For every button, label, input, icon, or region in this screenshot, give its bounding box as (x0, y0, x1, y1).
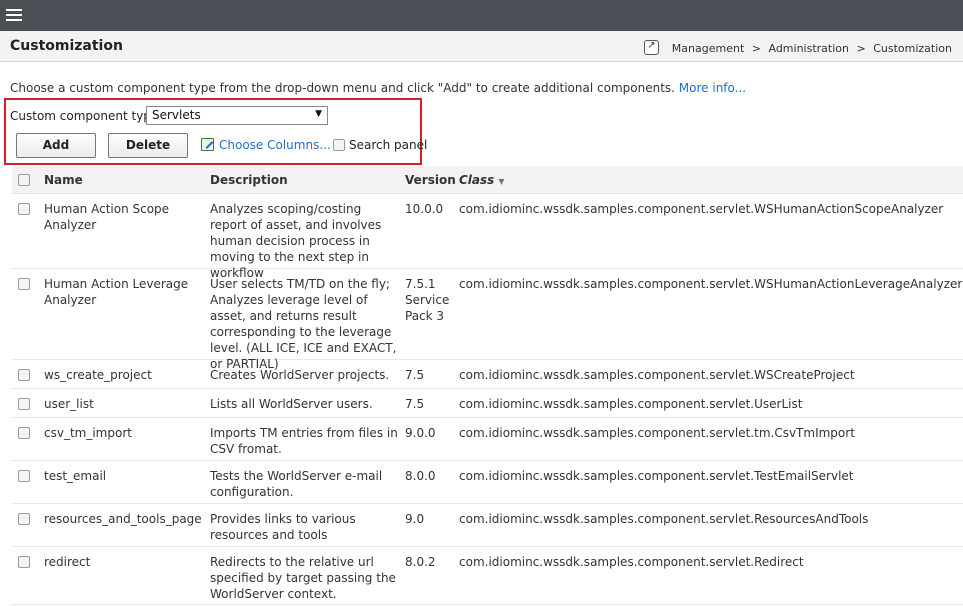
row-checkbox[interactable] (18, 278, 30, 290)
component-type-select[interactable]: Servlets ▼ (146, 106, 328, 125)
row-name: Human Action Leverage Analyzer (44, 277, 189, 307)
column-header-description[interactable]: Description (210, 173, 288, 187)
breadcrumb-item-administration[interactable]: Administration (768, 42, 849, 55)
row-description: User selects TM/TD on the fly; Analyzes … (210, 277, 397, 371)
row-name: csv_tm_import (44, 426, 132, 440)
row-class: com.idiominc.wssdk.samples.component.ser… (459, 469, 854, 483)
row-class: com.idiominc.wssdk.samples.component.ser… (459, 397, 803, 411)
row-description: Lists all WorldServer users. (210, 397, 373, 411)
breadcrumb-item-customization: Customization (873, 42, 952, 55)
intro-text: Choose a custom component type from the … (10, 81, 746, 95)
search-panel-label: Search panel (349, 138, 428, 152)
row-description: Imports TM entries from files in CSV fro… (210, 426, 398, 456)
row-version: 7.5.1 Service Pack 3 (405, 277, 450, 323)
row-name: Human Action Scope Analyzer (44, 202, 170, 232)
row-version: 10.0.0 (405, 202, 444, 216)
column-header-class[interactable]: Class ▼ (459, 173, 504, 187)
row-name: resources_and_tools_page (44, 512, 202, 526)
title-bar: Customization Management > Administratio… (0, 31, 963, 62)
column-header-version[interactable]: Version (405, 173, 456, 187)
table-row: csv_tm_import Imports TM entries from fi… (12, 418, 963, 461)
row-description: Provides links to various resources and … (210, 512, 356, 542)
row-checkbox[interactable] (18, 470, 30, 482)
row-version: 7.5 (405, 397, 425, 411)
row-name: user_list (44, 397, 94, 411)
row-checkbox[interactable] (18, 556, 30, 568)
table-row: Human Action Leverage Analyzer User sele… (12, 269, 963, 371)
choose-columns-link[interactable]: Choose Columns... (201, 138, 331, 152)
row-name: redirect (44, 555, 91, 569)
row-checkbox[interactable] (18, 203, 30, 215)
column-header-name[interactable]: Name (44, 173, 83, 187)
select-all-checkbox[interactable] (18, 174, 30, 186)
row-class: com.idiominc.wssdk.samples.component.ser… (459, 512, 869, 526)
add-button[interactable]: Add (16, 133, 96, 158)
table-row: user_list Lists all WorldServer users. 7… (12, 389, 963, 418)
table-row: resources_and_tools_page Provides links … (12, 504, 963, 547)
dropdown-arrow-icon: ▼ (315, 109, 322, 119)
search-panel-checkbox[interactable] (333, 139, 345, 151)
component-type-label: Custom component type: (10, 109, 163, 123)
more-info-link[interactable]: More info... (679, 81, 746, 95)
delete-button[interactable]: Delete (108, 133, 188, 158)
row-checkbox[interactable] (18, 513, 30, 525)
row-version: 8.0.2 (405, 555, 436, 569)
row-version: 9.0.0 (405, 426, 436, 440)
row-version: 9.0 (405, 512, 425, 526)
table-row: test_email Tests the WorldServer e-mail … (12, 461, 963, 504)
component-type-value: Servlets (152, 108, 201, 122)
sort-down-icon: ▼ (498, 177, 505, 186)
row-class: com.idiominc.wssdk.samples.component.ser… (459, 277, 963, 291)
breadcrumb: Management > Administration > Customizat… (644, 40, 952, 55)
row-class: com.idiominc.wssdk.samples.component.ser… (459, 426, 855, 440)
row-version: 7.5 (405, 368, 425, 382)
row-name: test_email (44, 469, 107, 483)
row-checkbox[interactable] (18, 398, 30, 410)
row-class: com.idiominc.wssdk.samples.component.ser… (459, 202, 944, 216)
top-bar (0, 0, 963, 31)
table-row: ws_create_project Creates WorldServer pr… (12, 360, 963, 389)
external-link-icon[interactable] (644, 40, 660, 55)
row-version: 8.0.0 (405, 469, 436, 483)
choose-columns-label: Choose Columns... (219, 138, 331, 152)
breadcrumb-item-management[interactable]: Management (672, 42, 744, 55)
row-checkbox[interactable] (18, 369, 30, 381)
breadcrumb-separator: > (751, 42, 761, 55)
page-title: Customization (10, 38, 123, 54)
column-header-class-label: Class (459, 173, 495, 187)
table-header: Name Description Version Class ▼ (12, 166, 963, 194)
table-row: redirect Redirects to the relative url s… (12, 547, 963, 605)
breadcrumb-separator: > (856, 42, 866, 55)
row-checkbox[interactable] (18, 427, 30, 439)
row-name: ws_create_project (44, 368, 152, 382)
row-description: Redirects to the relative url specified … (210, 555, 396, 601)
row-description: Tests the WorldServer e-mail configurati… (210, 469, 383, 499)
edit-columns-icon (201, 138, 214, 151)
table-row: Human Action Scope Analyzer Analyzes sco… (12, 194, 963, 280)
search-panel-toggle[interactable]: Search panel (333, 138, 427, 152)
row-class: com.idiominc.wssdk.samples.component.ser… (459, 555, 804, 569)
hamburger-menu-icon[interactable] (6, 7, 24, 23)
intro-message: Choose a custom component type from the … (10, 81, 675, 95)
row-description: Creates WorldServer projects. (210, 368, 390, 382)
row-class: com.idiominc.wssdk.samples.component.ser… (459, 368, 855, 382)
